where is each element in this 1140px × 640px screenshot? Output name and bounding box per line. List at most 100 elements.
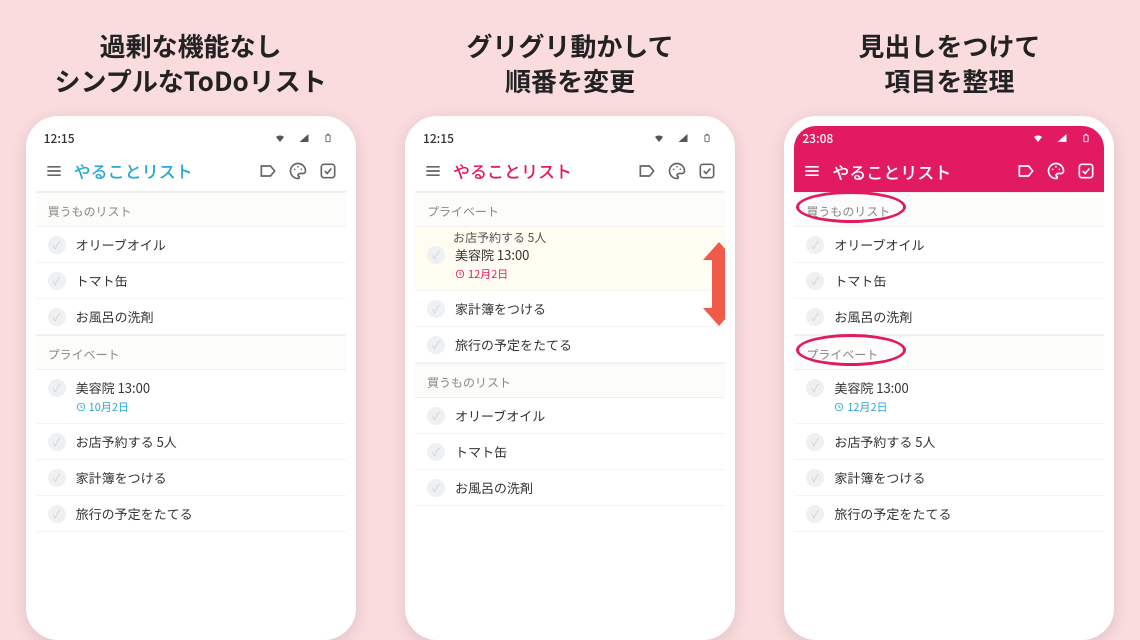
section-header: プライベート — [415, 192, 725, 227]
check-circle-icon[interactable] — [806, 236, 824, 254]
todo-title: お店予約する 5人 — [834, 432, 935, 451]
phone-frame: 23:08やることリスト買うものリストオリーブオイルトマト缶お風呂の洗剤プライベ… — [784, 116, 1114, 640]
todo-title: 家計簿をつける — [76, 468, 167, 487]
todo-row[interactable]: トマト缶 — [794, 263, 1104, 299]
label-icon[interactable] — [258, 161, 278, 181]
checkbox-icon[interactable] — [1076, 161, 1096, 181]
status-bar: 12:15 — [415, 126, 725, 150]
todo-row[interactable]: オリーブオイル — [415, 398, 725, 434]
app-title: やることリスト — [453, 158, 627, 183]
check-circle-icon[interactable] — [806, 308, 824, 326]
check-circle-icon[interactable] — [806, 272, 824, 290]
todo-row[interactable]: 美容院 13:00 12月2日 — [794, 370, 1104, 424]
todo-text: 家計簿をつける — [76, 468, 167, 487]
check-circle-icon[interactable] — [427, 336, 445, 354]
todo-text: お店予約する 5人 — [76, 432, 177, 451]
app-bar: やることリスト — [36, 150, 346, 192]
menu-icon[interactable] — [802, 161, 822, 181]
todo-row[interactable]: お店予約する 5人 — [36, 424, 346, 460]
todo-row[interactable]: お風呂の洗剤 — [36, 299, 346, 335]
status-icons — [1028, 128, 1096, 148]
check-circle-icon[interactable] — [48, 379, 66, 397]
todo-title: お風呂の洗剤 — [76, 307, 154, 326]
palette-icon[interactable] — [1046, 161, 1066, 181]
todo-row[interactable]: トマト缶 — [36, 263, 346, 299]
promo-column: グリグリ動かして 順番を変更12:15やることリストプライベートお店予約する 5… — [385, 0, 754, 640]
todo-text: お風呂の洗剤 — [455, 478, 533, 497]
check-circle-icon[interactable] — [48, 308, 66, 326]
status-icons — [649, 128, 717, 148]
todo-text: 家計簿をつける — [834, 468, 925, 487]
app-bar: やることリスト — [794, 150, 1104, 192]
todo-text: オリーブオイル — [76, 235, 166, 254]
check-circle-icon[interactable] — [427, 479, 445, 497]
todo-date: 10月2日 — [76, 399, 150, 415]
todo-text: お風呂の洗剤 — [834, 307, 912, 326]
drag-arrow-icon — [703, 242, 735, 326]
todo-text: オリーブオイル — [455, 406, 545, 425]
todo-title: 旅行の予定をたてる — [455, 335, 572, 354]
todo-row[interactable]: 旅行の予定をたてる — [36, 496, 346, 532]
check-circle-icon[interactable] — [48, 469, 66, 487]
menu-icon[interactable] — [423, 161, 443, 181]
todo-row[interactable]: お店予約する 5人 — [794, 424, 1104, 460]
todo-text: 美容院 13:0012月2日 — [455, 245, 529, 282]
todo-row[interactable]: トマト缶 — [415, 434, 725, 470]
todo-text: 旅行の予定をたてる — [834, 504, 951, 523]
status-time: 12:15 — [44, 130, 75, 147]
check-circle-icon[interactable] — [48, 272, 66, 290]
todo-row[interactable]: お店予約する 5人美容院 13:0012月2日 — [415, 227, 725, 291]
status-bar: 23:08 — [794, 126, 1104, 150]
todo-row[interactable]: オリーブオイル — [36, 227, 346, 263]
check-circle-icon[interactable] — [48, 505, 66, 523]
phone-frame: 12:15やることリスト買うものリストオリーブオイルトマト缶お風呂の洗剤プライベ… — [26, 116, 356, 640]
section-header: 買うものリスト — [415, 363, 725, 398]
section-header: 買うものリスト — [794, 192, 1104, 227]
palette-icon[interactable] — [288, 161, 308, 181]
todo-title: 美容院 13:00 — [834, 378, 908, 397]
check-circle-icon[interactable] — [806, 505, 824, 523]
check-circle-icon[interactable] — [806, 379, 824, 397]
status-time: 23:08 — [802, 130, 833, 147]
todo-text: 美容院 13:00 12月2日 — [834, 378, 908, 415]
todo-row[interactable]: 旅行の予定をたてる — [794, 496, 1104, 532]
battery-icon — [318, 128, 338, 148]
app-title: やることリスト — [74, 158, 248, 183]
label-icon[interactable] — [637, 161, 657, 181]
todo-row[interactable]: 旅行の予定をたてる — [415, 327, 725, 363]
section-header: 買うものリスト — [36, 192, 346, 227]
todo-row[interactable]: 家計簿をつける — [794, 460, 1104, 496]
highlight-circle — [796, 334, 906, 366]
todo-date: 12月2日 — [834, 399, 908, 415]
check-circle-icon[interactable] — [427, 300, 445, 318]
menu-icon[interactable] — [44, 161, 64, 181]
todo-title: お店予約する 5人 — [76, 432, 177, 451]
wifi-icon — [649, 128, 669, 148]
check-circle-icon[interactable] — [427, 443, 445, 461]
todo-row[interactable]: 家計簿をつける — [36, 460, 346, 496]
check-circle-icon[interactable] — [427, 246, 445, 264]
todo-text: 旅行の予定をたてる — [76, 504, 193, 523]
todo-title: トマト缶 — [76, 271, 128, 290]
check-circle-icon[interactable] — [48, 433, 66, 451]
check-circle-icon[interactable] — [427, 407, 445, 425]
todo-text: オリーブオイル — [834, 235, 924, 254]
todo-row[interactable]: 家計簿をつける — [415, 291, 725, 327]
todo-title: 美容院 13:00 — [76, 378, 150, 397]
check-circle-icon[interactable] — [806, 469, 824, 487]
todo-row[interactable]: お風呂の洗剤 — [794, 299, 1104, 335]
label-icon[interactable] — [1016, 161, 1036, 181]
check-circle-icon[interactable] — [806, 433, 824, 451]
todo-row[interactable]: 美容院 13:00 10月2日 — [36, 370, 346, 424]
status-icons — [270, 128, 338, 148]
todo-text: お風呂の洗剤 — [76, 307, 154, 326]
checkbox-icon[interactable] — [697, 161, 717, 181]
check-circle-icon[interactable] — [48, 236, 66, 254]
checkbox-icon[interactable] — [318, 161, 338, 181]
todo-title: お風呂の洗剤 — [455, 478, 533, 497]
todo-row[interactable]: お風呂の洗剤 — [415, 470, 725, 506]
todo-title: 旅行の予定をたてる — [76, 504, 193, 523]
todo-row[interactable]: オリーブオイル — [794, 227, 1104, 263]
palette-icon[interactable] — [667, 161, 687, 181]
todo-title: 家計簿をつける — [834, 468, 925, 487]
